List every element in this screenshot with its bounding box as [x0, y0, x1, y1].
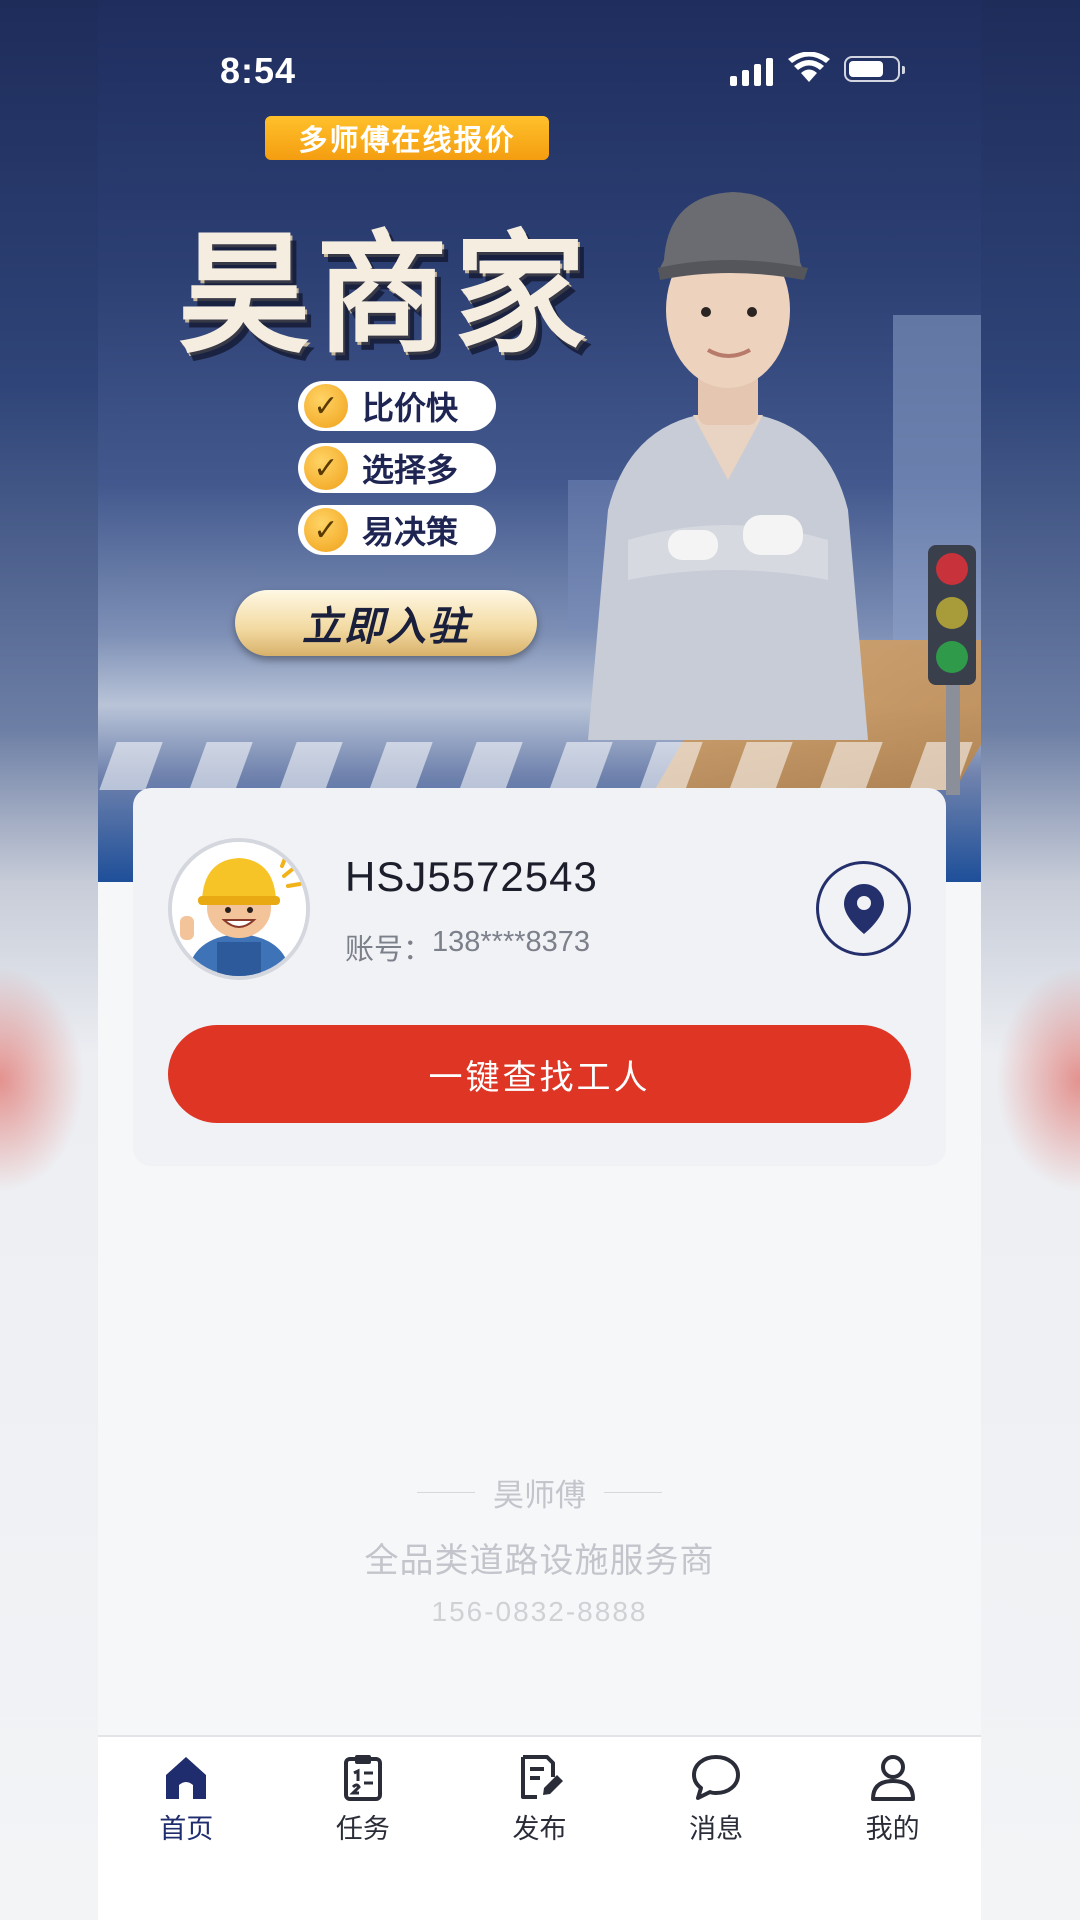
online-quote-tag: 多师傅在线报价: [265, 116, 549, 160]
tab-label: 任务: [335, 1814, 390, 1844]
location-button[interactable]: [816, 861, 911, 956]
tab-messages[interactable]: 消息: [628, 1737, 805, 1920]
find-worker-button[interactable]: 一键查找工人: [168, 1025, 911, 1123]
tab-label: 首页: [159, 1814, 214, 1844]
crosswalk-decoration: [98, 742, 981, 790]
edit-document-icon: [521, 1755, 564, 1799]
tab-home[interactable]: 首页: [98, 1737, 275, 1920]
traffic-light-icon: [928, 545, 976, 685]
check-icon: ✓: [304, 384, 348, 428]
username: HSJ5572543: [345, 853, 598, 900]
worker-avatar-icon: [172, 842, 306, 976]
wifi-icon: [788, 52, 830, 82]
chat-bubble-icon: [692, 1755, 741, 1800]
tab-publish[interactable]: 发布: [451, 1737, 628, 1920]
brand-title: 昊商家: [178, 218, 592, 372]
company-slogan: 全品类道路设施服务商: [364, 1542, 715, 1580]
home-icon: [166, 1757, 207, 1799]
tab-label: 发布: [512, 1814, 567, 1844]
user-icon: [870, 1755, 915, 1801]
company-name-row: 昊师傅: [98, 1470, 981, 1515]
tab-tasks[interactable]: 任务: [275, 1737, 452, 1920]
check-icon: ✓: [304, 446, 348, 490]
account-label: 账号：: [345, 934, 433, 966]
battery-icon: [844, 56, 905, 82]
bottom-tab-bar: 首页 任务 发布 消息 我的: [98, 1735, 981, 1920]
tab-label: 消息: [689, 1814, 744, 1844]
join-now-button[interactable]: 立即入驻: [235, 590, 537, 656]
feature-item: ✓ 比价快: [298, 381, 496, 431]
feature-item: ✓ 易决策: [298, 505, 496, 555]
feature-item: ✓ 选择多: [298, 443, 496, 493]
worker-photo: [588, 192, 868, 740]
divider-line: [604, 1492, 662, 1493]
divider-line: [417, 1492, 475, 1493]
location-pin-icon: [843, 883, 884, 934]
account-number: 138****8373: [432, 926, 591, 958]
company-phone: 156-0832-8888: [431, 1596, 648, 1627]
status-time: 8:54: [220, 50, 297, 91]
feature-label: 比价快: [362, 390, 459, 426]
feature-label: 易决策: [362, 514, 459, 550]
clipboard-icon: [343, 1755, 382, 1801]
traffic-light-pole: [946, 685, 960, 795]
tab-profile[interactable]: 我的: [804, 1737, 981, 1920]
feature-label: 选择多: [362, 452, 459, 488]
tab-label: 我的: [865, 1814, 920, 1844]
account-info: 账号： 138****8373: [345, 926, 590, 968]
profile-card: HSJ5572543 账号： 138****8373 一键查找工人: [133, 788, 946, 1166]
phone-screen: 8:54 多师傅在线报价 昊商家 ✓ 比价快 ✓ 选择多 ✓ 易决策 立即入驻: [98, 0, 981, 1920]
cellular-signal-icon: [730, 58, 773, 86]
promo-banner[interactable]: 8:54 多师傅在线报价 昊商家 ✓ 比价快 ✓ 选择多 ✓ 易决策 立即入驻: [98, 0, 981, 882]
check-icon: ✓: [304, 508, 348, 552]
avatar[interactable]: [168, 838, 310, 980]
company-name: 昊师傅: [493, 1478, 586, 1513]
company-watermark: 昊师傅 全品类道路设施服务商 156-0832-8888: [98, 1470, 981, 1628]
